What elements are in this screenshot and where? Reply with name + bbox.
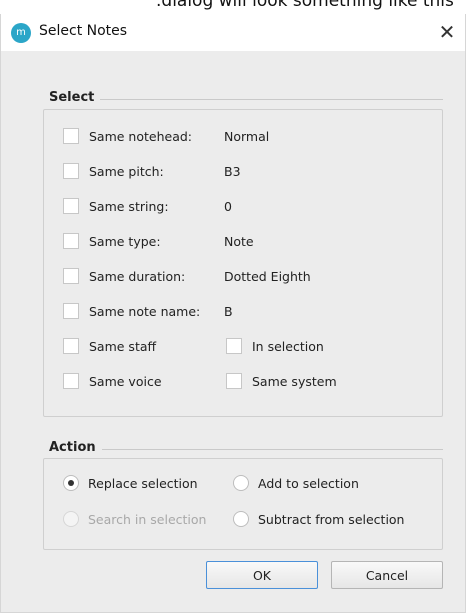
in-selection-checkbox[interactable] <box>226 338 242 354</box>
same-string-label: Same string: <box>89 198 169 214</box>
search-in-selection-label: Search in selection <box>88 511 207 527</box>
subtract-from-selection-radio[interactable] <box>233 511 249 527</box>
ok-button[interactable]: OK <box>206 561 318 589</box>
in-selection-checkbox-row[interactable]: In selection <box>226 336 324 356</box>
same-notehead-label: Same notehead: <box>89 128 193 144</box>
select-group-title: Select <box>49 90 95 105</box>
same-voice-checkbox-row[interactable]: Same voice <box>63 371 162 391</box>
subtract-from-selection-label: Subtract from selection <box>258 511 405 527</box>
same-pitch-checkbox[interactable] <box>63 163 79 179</box>
close-icon: ✕ <box>438 20 456 44</box>
same-system-checkbox[interactable] <box>226 373 242 389</box>
same-note-name-checkbox-row[interactable]: Same note name: <box>63 301 200 321</box>
close-button[interactable]: ✕ <box>433 18 461 46</box>
caption-text: .dialog will look something like this <box>156 0 454 11</box>
replace-selection-radio-row[interactable]: Replace selection <box>63 473 198 493</box>
same-notehead-checkbox-row[interactable]: Same notehead: <box>63 126 192 146</box>
same-type-label: Same type: <box>89 233 161 249</box>
add-to-selection-radio[interactable] <box>233 475 249 491</box>
cancel-button[interactable]: Cancel <box>331 561 443 589</box>
musescore-app-icon: m <box>11 23 31 43</box>
same-staff-label: Same staff <box>89 338 157 354</box>
dialog-title: Select Notes <box>39 23 128 39</box>
same-duration-checkbox-row[interactable]: Same duration: <box>63 266 185 286</box>
action-group-title: Action <box>49 440 96 455</box>
same-staff-checkbox-row[interactable]: Same staff <box>63 336 156 356</box>
same-system-checkbox-row[interactable]: Same system <box>226 371 337 391</box>
same-system-label: Same system <box>252 373 337 389</box>
subtract-from-selection-radio-row[interactable]: Subtract from selection <box>233 509 404 529</box>
search-in-selection-radio <box>63 511 79 527</box>
same-string-checkbox[interactable] <box>63 198 79 214</box>
replace-selection-radio[interactable] <box>63 475 79 491</box>
same-string-checkbox-row[interactable]: Same string: <box>63 196 169 216</box>
same-staff-checkbox[interactable] <box>63 338 79 354</box>
same-duration-checkbox[interactable] <box>63 268 79 284</box>
same-voice-label: Same voice <box>89 373 162 389</box>
type-value: Note <box>224 234 254 249</box>
note-name-value: B <box>224 304 233 319</box>
replace-selection-label: Replace selection <box>88 475 198 491</box>
notehead-value: Normal <box>224 129 270 144</box>
add-to-selection-label: Add to selection <box>258 475 359 491</box>
same-pitch-label: Same pitch: <box>89 163 164 179</box>
string-value: 0 <box>224 199 232 214</box>
select-notes-dialog: m Select Notes ✕ Select Same notehead: N… <box>0 14 466 613</box>
action-group-frame <box>43 458 443 550</box>
add-to-selection-radio-row[interactable]: Add to selection <box>233 473 359 493</box>
same-type-checkbox-row[interactable]: Same type: <box>63 231 161 251</box>
same-duration-label: Same duration: <box>89 268 186 284</box>
same-voice-checkbox[interactable] <box>63 373 79 389</box>
group-title-rule <box>100 99 443 100</box>
same-pitch-checkbox-row[interactable]: Same pitch: <box>63 161 164 181</box>
same-note-name-label: Same note name: <box>89 303 201 319</box>
same-note-name-checkbox[interactable] <box>63 303 79 319</box>
pitch-value: B3 <box>224 164 241 179</box>
same-notehead-checkbox[interactable] <box>63 128 79 144</box>
same-type-checkbox[interactable] <box>63 233 79 249</box>
title-bar: m Select Notes ✕ <box>1 14 465 51</box>
duration-value: Dotted Eighth <box>224 269 311 284</box>
search-in-selection-radio-row: Search in selection <box>63 509 206 529</box>
group-title-rule <box>102 449 443 450</box>
in-selection-label: In selection <box>252 338 324 354</box>
